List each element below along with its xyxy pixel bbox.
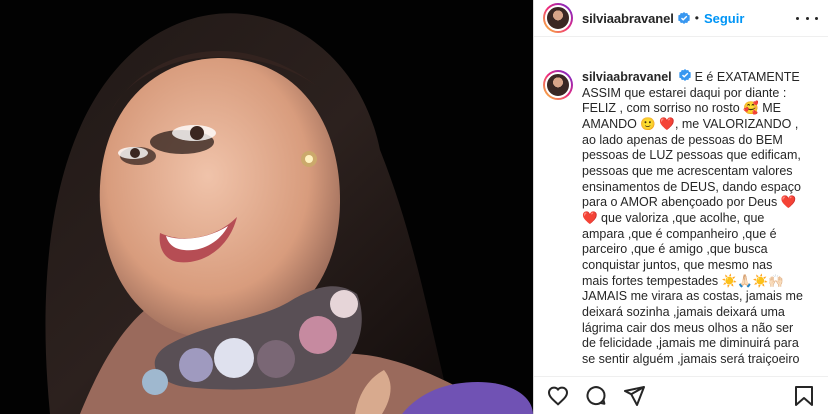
avatar-image [545,5,571,31]
caption-line-9: para o AMOR abençoado por Deus ❤️ [582,195,797,210]
caption-avatar[interactable] [543,70,573,100]
caption-line-1: E é EXATAMENTE [694,70,800,84]
caption-line-12: parceiro ,que é amigo ,que busca [582,242,768,257]
caption-line-2: ASSIM que estarei daqui por diante : [582,85,787,100]
post-photo[interactable] [0,0,533,414]
profile-avatar[interactable] [543,3,573,33]
caption-line-16: deixará sozinha ,jamais deixará uma [582,304,785,319]
caption-line-5: ao lado apenas de pessoas do BEM [582,132,783,147]
caption-line-4: AMANDO 🙂 ❤️, me VALORIZANDO , [582,116,799,131]
post-header: silviaabravanel • Seguir [534,0,828,37]
caption-line-14: mais fortes tempestades ☀️🙏🏻☀️🙌🏻 [582,273,784,288]
share-icon[interactable] [622,384,646,408]
verified-badge-icon [677,12,690,24]
post-caption: silviaabravanel E é EXATAMENTE ASSIM que… [543,69,818,367]
username-link[interactable]: silviaabravanel [582,11,674,26]
caption-line-3: FELIZ , com sorriso no rosto 🥰 ME [582,101,781,116]
caption-username[interactable]: silviaabravanel [582,70,672,84]
post-actions [534,376,828,414]
caption-line-19: se sentir alguém ,jamais será traiçoeiro [582,351,800,366]
caption-line-6: pessoas de LUZ pessoas que edificam, [582,148,801,163]
caption-line-17: lágrima cair dos meus olhos a não ser [582,320,794,335]
follow-button[interactable]: Seguir [704,11,744,26]
comment-icon[interactable] [584,384,608,408]
caption-line-7: pessoas que me acrescentam valores [582,163,793,178]
caption-line-13: conquistar juntos, que mesmo nas [582,257,773,272]
separator-dot: • [694,11,699,25]
caption-line-10: ❤️ que valoriza ,que acolhe, que [582,210,765,225]
more-options-icon[interactable] [796,10,818,26]
caption-line-8: ensinamentos de DEUS, dando espaço [582,179,801,194]
post-sidebar: silviaabravanel • Seguir silviaabravanel [533,0,828,414]
caption-avatar-image [545,72,571,98]
bookmark-icon[interactable] [792,384,816,408]
caption-body: silviaabravanel E é EXATAMENTE ASSIM que… [582,69,814,367]
caption-line-15: JAMAIS me virara as costas, jamais me [582,289,803,304]
heart-icon[interactable] [546,384,570,408]
caption-line-11: ampara ,que é companheiro ,que é [582,226,777,241]
portrait-image [0,0,533,414]
caption-verified-badge-icon [679,69,692,81]
caption-line-18: de felicidade ,jamais me diminuirá para [582,336,799,351]
instagram-post: silviaabravanel • Seguir silviaabravanel [0,0,828,414]
